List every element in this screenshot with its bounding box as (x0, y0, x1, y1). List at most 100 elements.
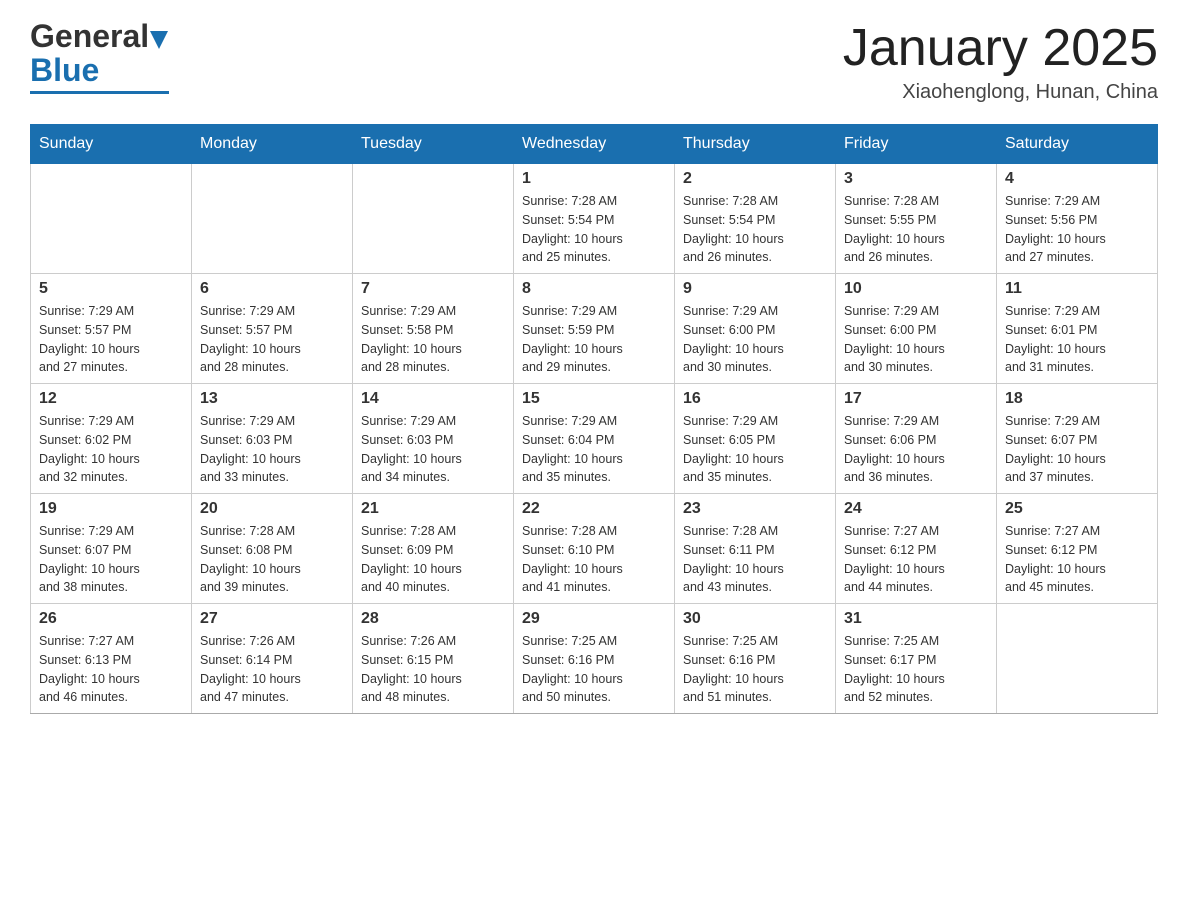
day-info: Sunrise: 7:29 AM Sunset: 6:07 PM Dayligh… (39, 522, 183, 597)
logo-underline (30, 91, 169, 94)
calendar-cell: 29 Sunrise: 7:25 AM Sunset: 6:16 PM Dayli… (514, 604, 675, 714)
day-info: Sunrise: 7:29 AM Sunset: 6:00 PM Dayligh… (683, 302, 827, 377)
day-number: 22 (522, 500, 666, 518)
calendar-week-row: 19 Sunrise: 7:29 AM Sunset: 6:07 PM Dayli… (31, 494, 1158, 604)
day-number: 21 (361, 500, 505, 518)
day-info: Sunrise: 7:27 AM Sunset: 6:12 PM Dayligh… (1005, 522, 1149, 597)
day-number: 16 (683, 390, 827, 408)
calendar-cell: 15 Sunrise: 7:29 AM Sunset: 6:04 PM Dayli… (514, 384, 675, 494)
day-number: 14 (361, 390, 505, 408)
day-number: 19 (39, 500, 183, 518)
day-info: Sunrise: 7:29 AM Sunset: 6:03 PM Dayligh… (361, 412, 505, 487)
calendar-cell: 23Sunrise: 7:28 AM Sunset: 6:11 PM Dayli… (675, 494, 836, 604)
location: Xiaohenglong, Hunan, China (843, 81, 1158, 104)
day-number: 20 (200, 500, 344, 518)
day-number: 4 (1005, 170, 1149, 188)
day-number: 29 (522, 610, 666, 628)
day-number: 30 (683, 610, 827, 628)
calendar-cell: 3 Sunrise: 7:28 AM Sunset: 5:55 PM Daylig… (836, 164, 997, 274)
calendar-cell: 1 Sunrise: 7:28 AM Sunset: 5:54 PM Daylig… (514, 164, 675, 274)
calendar-cell: 17Sunrise: 7:29 AM Sunset: 6:06 PM Dayli… (836, 384, 997, 494)
day-number: 18 (1005, 390, 1149, 408)
calendar-header-saturday: Saturday (997, 125, 1158, 164)
calendar-week-row: 5Sunrise: 7:29 AM Sunset: 5:57 PM Daylig… (31, 274, 1158, 384)
calendar-cell (353, 164, 514, 274)
calendar-cell: 22 Sunrise: 7:28 AM Sunset: 6:10 PM Dayli… (514, 494, 675, 604)
calendar-cell: 2Sunrise: 7:28 AM Sunset: 5:54 PM Daylig… (675, 164, 836, 274)
day-info: Sunrise: 7:29 AM Sunset: 6:07 PM Dayligh… (1005, 412, 1149, 487)
day-info: Sunrise: 7:27 AM Sunset: 6:13 PM Dayligh… (39, 632, 183, 707)
day-number: 7 (361, 280, 505, 298)
day-info: Sunrise: 7:29 AM Sunset: 6:04 PM Dayligh… (522, 412, 666, 487)
calendar-cell: 30 Sunrise: 7:25 AM Sunset: 6:16 PM Dayli… (675, 604, 836, 714)
calendar-week-row: 26 Sunrise: 7:27 AM Sunset: 6:13 PM Dayli… (31, 604, 1158, 714)
calendar-header-wednesday: Wednesday (514, 125, 675, 164)
day-number: 15 (522, 390, 666, 408)
calendar-cell: 6Sunrise: 7:29 AM Sunset: 5:57 PM Daylig… (192, 274, 353, 384)
day-number: 8 (522, 280, 666, 298)
day-info: Sunrise: 7:29 AM Sunset: 6:05 PM Dayligh… (683, 412, 827, 487)
day-number: 1 (522, 170, 666, 188)
calendar-cell: 28Sunrise: 7:26 AM Sunset: 6:15 PM Dayli… (353, 604, 514, 714)
calendar-cell: 13Sunrise: 7:29 AM Sunset: 6:03 PM Dayli… (192, 384, 353, 494)
day-number: 24 (844, 500, 988, 518)
calendar-cell: 20 Sunrise: 7:28 AM Sunset: 6:08 PM Dayli… (192, 494, 353, 604)
logo-blue: Blue (30, 52, 99, 89)
calendar-cell (997, 604, 1158, 714)
calendar-week-row: 1 Sunrise: 7:28 AM Sunset: 5:54 PM Daylig… (31, 164, 1158, 274)
calendar-cell: 14 Sunrise: 7:29 AM Sunset: 6:03 PM Dayli… (353, 384, 514, 494)
day-info: Sunrise: 7:29 AM Sunset: 5:57 PM Dayligh… (39, 302, 183, 377)
logo-triangle-icon (150, 31, 168, 49)
day-number: 10 (844, 280, 988, 298)
day-info: Sunrise: 7:26 AM Sunset: 6:14 PM Dayligh… (200, 632, 344, 707)
day-number: 12 (39, 390, 183, 408)
calendar-cell: 16 Sunrise: 7:29 AM Sunset: 6:05 PM Dayli… (675, 384, 836, 494)
calendar-header-sunday: Sunday (31, 125, 192, 164)
calendar-cell: 8 Sunrise: 7:29 AM Sunset: 5:59 PM Daylig… (514, 274, 675, 384)
day-info: Sunrise: 7:29 AM Sunset: 6:02 PM Dayligh… (39, 412, 183, 487)
day-info: Sunrise: 7:28 AM Sunset: 6:08 PM Dayligh… (200, 522, 344, 597)
day-info: Sunrise: 7:28 AM Sunset: 5:55 PM Dayligh… (844, 192, 988, 267)
day-info: Sunrise: 7:27 AM Sunset: 6:12 PM Dayligh… (844, 522, 988, 597)
day-info: Sunrise: 7:26 AM Sunset: 6:15 PM Dayligh… (361, 632, 505, 707)
day-number: 11 (1005, 280, 1149, 298)
day-number: 17 (844, 390, 988, 408)
day-number: 27 (200, 610, 344, 628)
day-info: Sunrise: 7:25 AM Sunset: 6:17 PM Dayligh… (844, 632, 988, 707)
day-info: Sunrise: 7:28 AM Sunset: 6:09 PM Dayligh… (361, 522, 505, 597)
day-info: Sunrise: 7:25 AM Sunset: 6:16 PM Dayligh… (683, 632, 827, 707)
calendar-header-thursday: Thursday (675, 125, 836, 164)
calendar-table: SundayMondayTuesdayWednesdayThursdayFrid… (30, 124, 1158, 714)
day-info: Sunrise: 7:29 AM Sunset: 5:58 PM Dayligh… (361, 302, 505, 377)
calendar-cell: 9 Sunrise: 7:29 AM Sunset: 6:00 PM Daylig… (675, 274, 836, 384)
day-number: 26 (39, 610, 183, 628)
calendar-cell (31, 164, 192, 274)
calendar-cell: 7 Sunrise: 7:29 AM Sunset: 5:58 PM Daylig… (353, 274, 514, 384)
calendar-cell: 19 Sunrise: 7:29 AM Sunset: 6:07 PM Dayli… (31, 494, 192, 604)
day-info: Sunrise: 7:25 AM Sunset: 6:16 PM Dayligh… (522, 632, 666, 707)
day-info: Sunrise: 7:28 AM Sunset: 6:11 PM Dayligh… (683, 522, 827, 597)
calendar-cell: 25Sunrise: 7:27 AM Sunset: 6:12 PM Dayli… (997, 494, 1158, 604)
calendar-cell: 5Sunrise: 7:29 AM Sunset: 5:57 PM Daylig… (31, 274, 192, 384)
calendar-cell: 10 Sunrise: 7:29 AM Sunset: 6:00 PM Dayli… (836, 274, 997, 384)
calendar-cell: 18 Sunrise: 7:29 AM Sunset: 6:07 PM Dayli… (997, 384, 1158, 494)
title-block: January 2025 Xiaohenglong, Hunan, China (843, 20, 1158, 104)
day-info: Sunrise: 7:29 AM Sunset: 6:00 PM Dayligh… (844, 302, 988, 377)
calendar-cell: 26 Sunrise: 7:27 AM Sunset: 6:13 PM Dayli… (31, 604, 192, 714)
calendar-header-row: SundayMondayTuesdayWednesdayThursdayFrid… (31, 125, 1158, 164)
day-info: Sunrise: 7:29 AM Sunset: 5:59 PM Dayligh… (522, 302, 666, 377)
day-number: 31 (844, 610, 988, 628)
day-info: Sunrise: 7:28 AM Sunset: 5:54 PM Dayligh… (683, 192, 827, 267)
page-header: General Blue January 2025 Xiaohenglong, … (30, 20, 1158, 104)
day-info: Sunrise: 7:28 AM Sunset: 5:54 PM Dayligh… (522, 192, 666, 267)
month-title: January 2025 (843, 20, 1158, 77)
calendar-header-tuesday: Tuesday (353, 125, 514, 164)
calendar-cell: 31 Sunrise: 7:25 AM Sunset: 6:17 PM Dayli… (836, 604, 997, 714)
day-info: Sunrise: 7:28 AM Sunset: 6:10 PM Dayligh… (522, 522, 666, 597)
day-info: Sunrise: 7:29 AM Sunset: 5:56 PM Dayligh… (1005, 192, 1149, 267)
day-number: 3 (844, 170, 988, 188)
day-number: 9 (683, 280, 827, 298)
calendar-week-row: 12 Sunrise: 7:29 AM Sunset: 6:02 PM Dayli… (31, 384, 1158, 494)
calendar-cell (192, 164, 353, 274)
day-info: Sunrise: 7:29 AM Sunset: 6:01 PM Dayligh… (1005, 302, 1149, 377)
